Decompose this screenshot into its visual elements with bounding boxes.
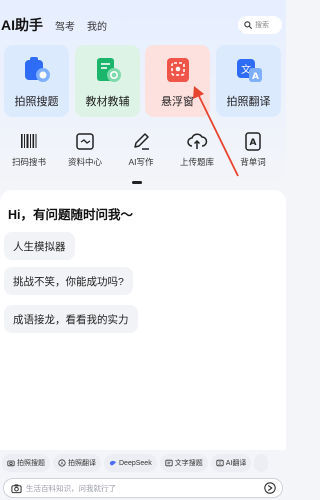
chat-panel: Hi，有问题随时问我～ 人生模拟器 挑战不笑，你能成功吗? 成语接龙，看看我的实… bbox=[0, 190, 286, 450]
svg-text:A: A bbox=[60, 461, 63, 467]
search-icon bbox=[244, 21, 252, 29]
chip-photo-translate[interactable]: A 拍照翻译 bbox=[53, 454, 101, 472]
search-label: 搜索 bbox=[255, 22, 269, 29]
card-label: 拍照翻译 bbox=[226, 96, 271, 108]
card-floating-window[interactable]: 悬浮窗 bbox=[145, 45, 210, 117]
pen-icon bbox=[134, 133, 149, 150]
suggestion-bubble[interactable]: 人生模拟器 bbox=[4, 232, 75, 260]
chip-text-search[interactable]: 文字搜题 bbox=[159, 454, 208, 472]
chip-deepseek[interactable]: DeepSeek bbox=[104, 454, 157, 472]
top-header: AI助手 驾考 我的 搜索 bbox=[0, 14, 286, 36]
tab-mine[interactable]: 我的 bbox=[87, 18, 107, 33]
card-label: 悬浮窗 bbox=[161, 96, 194, 108]
card-label: 教材教辅 bbox=[85, 96, 130, 108]
chip-label: 拍照搜题 bbox=[17, 460, 45, 467]
search-button[interactable]: 搜索 bbox=[238, 16, 282, 34]
tool-label: AI写作 bbox=[128, 157, 154, 167]
tools-row: 扫码搜书 资料中心 AI写作 上传题库 A 背单词 bbox=[0, 130, 286, 174]
tool-label: 背单词 bbox=[240, 157, 266, 167]
deepseek-icon bbox=[109, 460, 117, 466]
tool-barcode-search[interactable]: 扫码搜书 bbox=[2, 130, 56, 168]
chip-photo-search[interactable]: 拍照搜题 bbox=[2, 454, 50, 472]
tab-driving-test[interactable]: 驾考 bbox=[55, 18, 75, 33]
chip-label: AI翻译 bbox=[225, 460, 247, 467]
tool-ai-writing[interactable]: AI写作 bbox=[114, 130, 168, 168]
tool-resource-center[interactable]: 资料中心 bbox=[58, 130, 112, 168]
barcode-icon bbox=[21, 134, 37, 148]
chip-label: 拍照翻译 bbox=[68, 460, 96, 467]
camera-icon bbox=[7, 460, 15, 467]
card-photo-translate[interactable]: 文 A 拍照翻译 bbox=[216, 45, 281, 117]
card-photo-search[interactable]: 拍照搜题 bbox=[4, 45, 69, 117]
send-icon[interactable] bbox=[264, 482, 276, 494]
chip-ai-translate[interactable]: 文 AI翻译 bbox=[210, 454, 252, 472]
camera-icon[interactable] bbox=[11, 483, 22, 494]
card-textbook[interactable]: 教材教辅 bbox=[75, 45, 140, 117]
suggestion-bubble[interactable]: 挑战不笑，你能成功吗? bbox=[4, 267, 133, 295]
camera-search-icon bbox=[22, 55, 52, 85]
page-indicator bbox=[132, 181, 142, 184]
tool-upload-bank[interactable]: 上传题库 bbox=[170, 130, 224, 168]
translate-icon: A bbox=[58, 459, 66, 467]
chat-greeting: Hi，有问题随时问我～ bbox=[8, 208, 134, 222]
text-search-icon bbox=[165, 459, 173, 467]
word-card-icon: A bbox=[245, 132, 261, 151]
tool-label: 扫码搜书 bbox=[11, 157, 46, 167]
tool-vocabulary[interactable]: A 背单词 bbox=[226, 130, 280, 168]
card-label: 拍照搜题 bbox=[14, 96, 59, 108]
tool-label: 上传题库 bbox=[179, 157, 214, 167]
quick-chips: 拍照搜题 A 拍照翻译 DeepSeek 文字搜题 文 AI翻译 bbox=[0, 452, 286, 474]
photo-translate-icon: 文 A bbox=[234, 55, 264, 85]
book-search-icon bbox=[93, 55, 123, 85]
chat-input-bar bbox=[3, 478, 283, 498]
folder-icon bbox=[76, 133, 94, 150]
app-brand-title: AI助手 bbox=[1, 17, 43, 33]
suggestion-bubble[interactable]: 成语接龙，看看我的实力 bbox=[4, 305, 138, 333]
chip-more[interactable] bbox=[254, 454, 269, 472]
chat-input[interactable] bbox=[26, 480, 264, 496]
floating-window-icon bbox=[163, 55, 193, 85]
cloud-upload-icon bbox=[187, 133, 208, 149]
svg-text:A: A bbox=[252, 72, 259, 82]
feature-cards: 拍照搜题 教材教辅 悬浮窗 文 A 拍照翻译 bbox=[4, 45, 290, 117]
svg-text:A: A bbox=[250, 138, 257, 148]
chip-label: DeepSeek bbox=[119, 459, 152, 467]
chip-label: 文字搜题 bbox=[174, 460, 203, 467]
svg-text:文: 文 bbox=[218, 460, 222, 466]
ai-translate-icon: 文 bbox=[216, 460, 224, 467]
tool-label: 资料中心 bbox=[67, 157, 102, 167]
